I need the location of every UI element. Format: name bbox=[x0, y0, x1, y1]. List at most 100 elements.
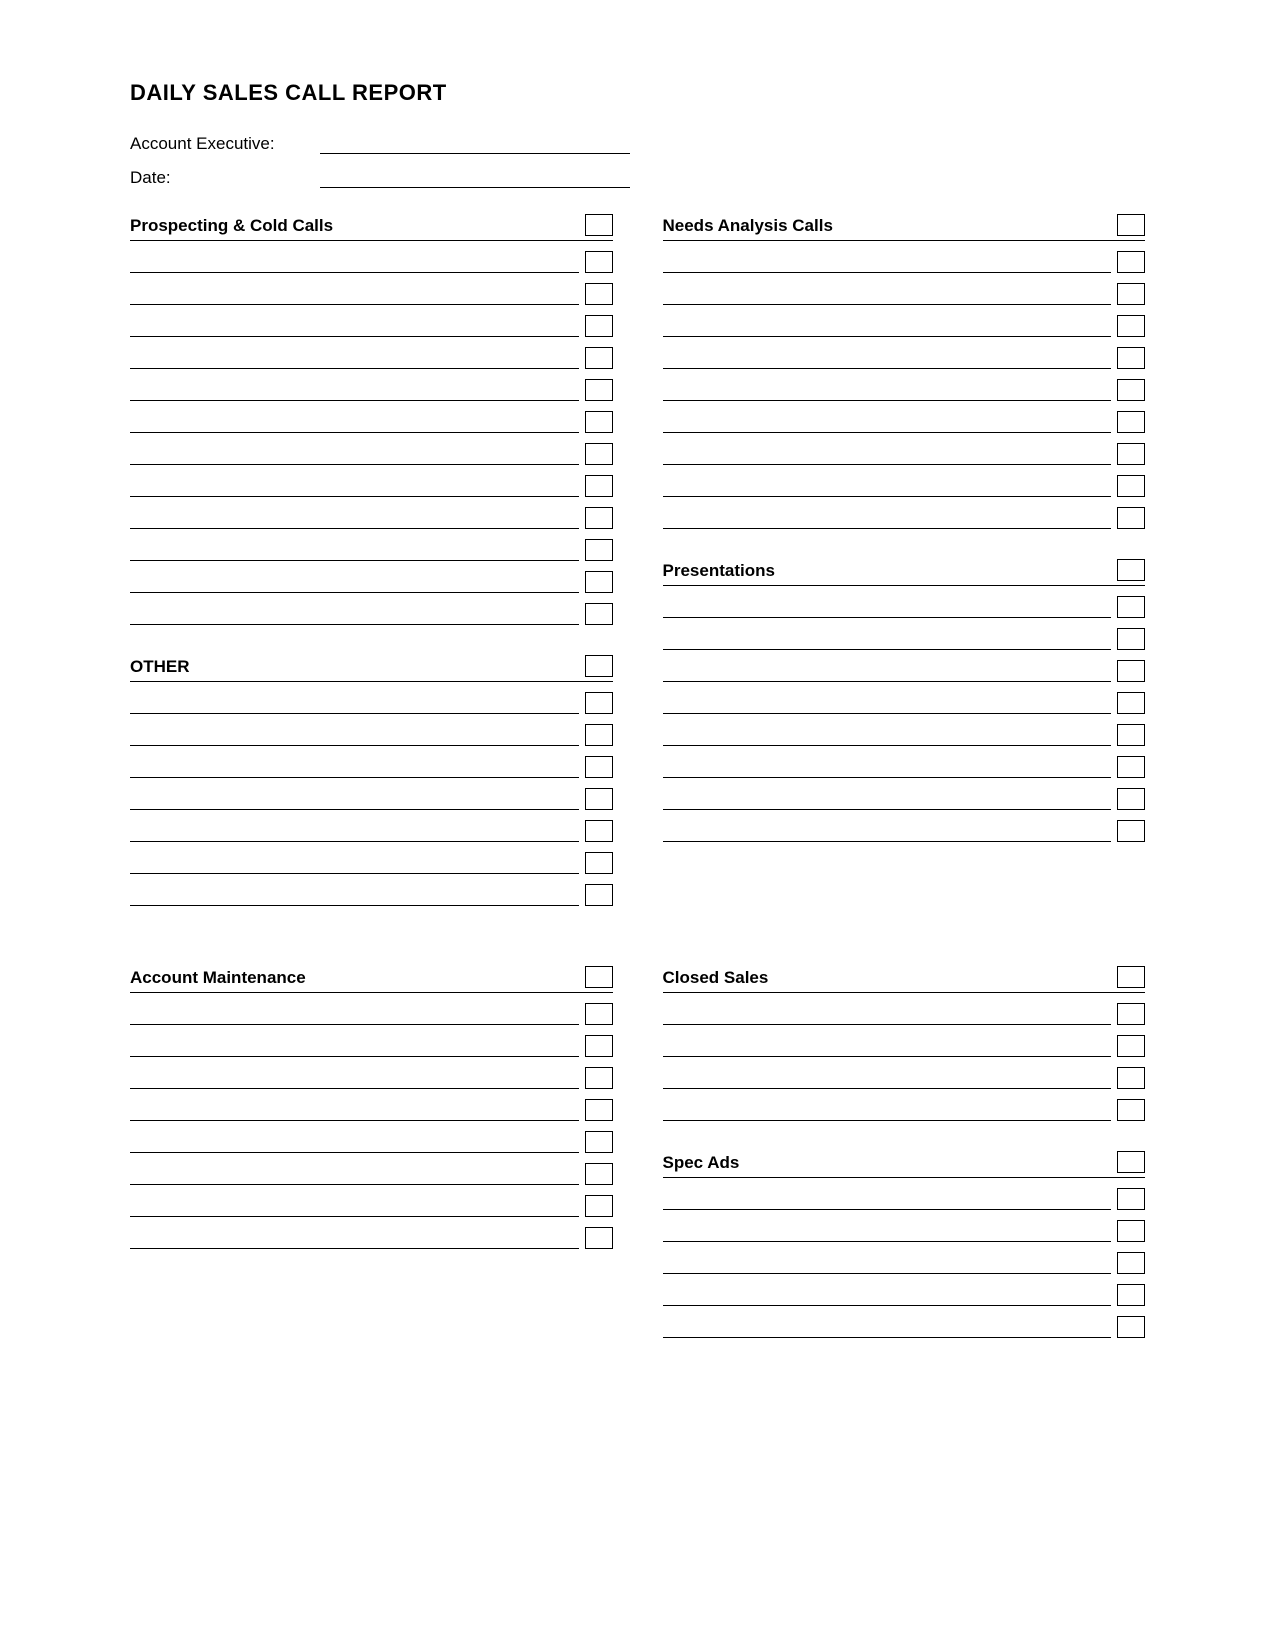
row-checkbox[interactable] bbox=[585, 1163, 613, 1185]
row-checkbox[interactable] bbox=[1117, 379, 1145, 401]
date-label: Date: bbox=[130, 168, 320, 188]
row-checkbox[interactable] bbox=[1117, 1252, 1145, 1274]
row-checkbox[interactable] bbox=[585, 1131, 613, 1153]
prospecting-title: Prospecting & Cold Calls bbox=[130, 216, 579, 236]
account-executive-line[interactable] bbox=[320, 134, 630, 154]
row-checkbox[interactable] bbox=[585, 1067, 613, 1089]
row-checkbox[interactable] bbox=[585, 347, 613, 369]
closed-sales-title-box[interactable] bbox=[1117, 966, 1145, 988]
row-checkbox[interactable] bbox=[585, 283, 613, 305]
presentations-section: Presentations bbox=[663, 559, 1146, 842]
table-row bbox=[663, 1220, 1146, 1242]
row-checkbox[interactable] bbox=[585, 507, 613, 529]
row-checkbox[interactable] bbox=[585, 315, 613, 337]
presentations-title: Presentations bbox=[663, 561, 1112, 581]
spec-ads-title-box[interactable] bbox=[1117, 1151, 1145, 1173]
row-checkbox[interactable] bbox=[585, 724, 613, 746]
table-row bbox=[130, 852, 613, 874]
row-checkbox[interactable] bbox=[585, 1227, 613, 1249]
row-checkbox[interactable] bbox=[1117, 507, 1145, 529]
row-checkbox[interactable] bbox=[1117, 411, 1145, 433]
account-executive-field: Account Executive: bbox=[130, 134, 1145, 154]
table-row bbox=[130, 1003, 613, 1025]
row-checkbox[interactable] bbox=[585, 379, 613, 401]
row-checkbox[interactable] bbox=[585, 884, 613, 906]
table-row bbox=[130, 724, 613, 746]
table-row bbox=[663, 1003, 1146, 1025]
table-row bbox=[130, 1035, 613, 1057]
table-row bbox=[663, 475, 1146, 497]
table-row bbox=[130, 315, 613, 337]
prospecting-title-box[interactable] bbox=[585, 214, 613, 236]
needs-analysis-title-box[interactable] bbox=[1117, 214, 1145, 236]
row-checkbox[interactable] bbox=[585, 1035, 613, 1057]
table-row bbox=[663, 1316, 1146, 1338]
row-checkbox[interactable] bbox=[585, 443, 613, 465]
row-checkbox[interactable] bbox=[1117, 1220, 1145, 1242]
row-checkbox[interactable] bbox=[585, 603, 613, 625]
row-checkbox[interactable] bbox=[1117, 347, 1145, 369]
table-row bbox=[663, 251, 1146, 273]
row-checkbox[interactable] bbox=[585, 251, 613, 273]
table-row bbox=[130, 571, 613, 593]
row-checkbox[interactable] bbox=[1117, 1284, 1145, 1306]
table-row bbox=[663, 1035, 1146, 1057]
row-checkbox[interactable] bbox=[585, 756, 613, 778]
presentations-title-box[interactable] bbox=[1117, 559, 1145, 581]
table-row bbox=[663, 820, 1146, 842]
account-executive-label: Account Executive: bbox=[130, 134, 320, 154]
row-checkbox[interactable] bbox=[1117, 788, 1145, 810]
row-checkbox[interactable] bbox=[585, 788, 613, 810]
table-row bbox=[130, 475, 613, 497]
date-line[interactable] bbox=[320, 168, 630, 188]
table-row bbox=[663, 1067, 1146, 1089]
row-checkbox[interactable] bbox=[1117, 1067, 1145, 1089]
table-row bbox=[663, 788, 1146, 810]
table-row bbox=[663, 1188, 1146, 1210]
table-row bbox=[130, 539, 613, 561]
table-row bbox=[130, 603, 613, 625]
row-checkbox[interactable] bbox=[1117, 251, 1145, 273]
row-checkbox[interactable] bbox=[1117, 315, 1145, 337]
row-checkbox[interactable] bbox=[1117, 628, 1145, 650]
row-checkbox[interactable] bbox=[1117, 820, 1145, 842]
row-checkbox[interactable] bbox=[585, 1195, 613, 1217]
row-checkbox[interactable] bbox=[1117, 660, 1145, 682]
row-checkbox[interactable] bbox=[1117, 1099, 1145, 1121]
row-checkbox[interactable] bbox=[1117, 283, 1145, 305]
spec-ads-section: Spec Ads bbox=[663, 1151, 1146, 1338]
table-row bbox=[663, 660, 1146, 682]
row-checkbox[interactable] bbox=[1117, 1035, 1145, 1057]
other-title-box[interactable] bbox=[585, 655, 613, 677]
page-title: DAILY SALES CALL REPORT bbox=[130, 80, 1145, 106]
row-checkbox[interactable] bbox=[1117, 756, 1145, 778]
table-row bbox=[130, 251, 613, 273]
row-checkbox[interactable] bbox=[1117, 724, 1145, 746]
row-checkbox[interactable] bbox=[585, 539, 613, 561]
row-checkbox[interactable] bbox=[585, 852, 613, 874]
row-checkbox[interactable] bbox=[585, 1099, 613, 1121]
row-checkbox[interactable] bbox=[585, 411, 613, 433]
prospecting-section: Prospecting & Cold Calls bbox=[130, 214, 613, 625]
table-row bbox=[130, 411, 613, 433]
row-checkbox[interactable] bbox=[1117, 692, 1145, 714]
table-row bbox=[130, 884, 613, 906]
row-checkbox[interactable] bbox=[1117, 475, 1145, 497]
row-checkbox[interactable] bbox=[1117, 1316, 1145, 1338]
row-checkbox[interactable] bbox=[1117, 1003, 1145, 1025]
row-checkbox[interactable] bbox=[1117, 596, 1145, 618]
row-checkbox[interactable] bbox=[1117, 443, 1145, 465]
table-row bbox=[130, 1163, 613, 1185]
row-checkbox[interactable] bbox=[585, 571, 613, 593]
other-title: OTHER bbox=[130, 657, 579, 677]
account-maintenance-title-box[interactable] bbox=[585, 966, 613, 988]
table-row bbox=[663, 756, 1146, 778]
row-checkbox[interactable] bbox=[585, 692, 613, 714]
row-checkbox[interactable] bbox=[585, 475, 613, 497]
needs-analysis-title: Needs Analysis Calls bbox=[663, 216, 1112, 236]
table-row bbox=[663, 1284, 1146, 1306]
row-checkbox[interactable] bbox=[585, 1003, 613, 1025]
row-checkbox[interactable] bbox=[585, 820, 613, 842]
row-checkbox[interactable] bbox=[1117, 1188, 1145, 1210]
table-row bbox=[663, 379, 1146, 401]
